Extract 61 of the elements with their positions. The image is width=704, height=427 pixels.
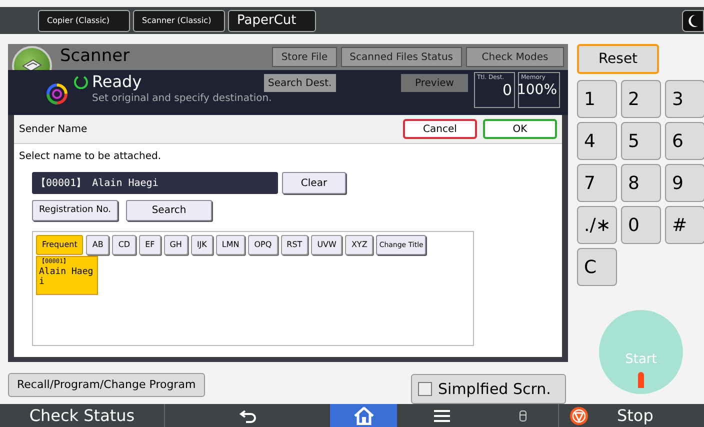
mode-tab[interactable]: Copier (Classic) bbox=[38, 10, 130, 32]
menu-icon bbox=[433, 408, 451, 422]
keypad-key[interactable]: 1 bbox=[577, 80, 617, 118]
index-tab[interactable]: OPQ bbox=[248, 235, 278, 255]
checkbox[interactable] bbox=[418, 382, 432, 396]
index-tab[interactable]: Frequent bbox=[36, 235, 84, 255]
home-icon bbox=[352, 406, 374, 424]
header-button[interactable]: Scanned Files Status bbox=[340, 47, 462, 67]
header-button[interactable]: Store File bbox=[272, 47, 337, 67]
index-tab[interactable]: RST bbox=[280, 235, 308, 255]
index-tab[interactable]: GH bbox=[164, 235, 188, 255]
screen-title: Scanner bbox=[60, 45, 130, 68]
keypad-key[interactable]: 4 bbox=[577, 122, 617, 160]
recall-program-button[interactable]: Recall/Program/Change Program bbox=[8, 373, 205, 397]
stop-button[interactable]: Stop bbox=[559, 404, 704, 427]
mode-tab[interactable]: Scanner (Classic) bbox=[133, 10, 225, 32]
index-tab[interactable]: IJK bbox=[190, 235, 213, 255]
back-icon bbox=[238, 408, 256, 422]
cancel-button[interactable]: Cancel bbox=[403, 119, 477, 139]
index-tab[interactable]: UVW bbox=[311, 235, 342, 255]
keypad-key[interactable]: 8 bbox=[621, 164, 661, 202]
clear-button[interactable]: Clear bbox=[282, 172, 346, 194]
index-tab[interactable]: CD bbox=[112, 235, 136, 255]
keypad-key[interactable]: 6 bbox=[665, 122, 704, 160]
index-tab[interactable]: EF bbox=[139, 235, 161, 255]
preview-button[interactable]: Preview bbox=[401, 74, 468, 92]
status-message: Set original and specify destination. bbox=[92, 92, 272, 106]
stop-icon bbox=[569, 406, 589, 426]
index-tab[interactable]: AB bbox=[86, 235, 110, 255]
home-button[interactable] bbox=[330, 404, 397, 427]
search-button[interactable]: Search bbox=[126, 200, 212, 221]
keypad-key[interactable]: 0 bbox=[621, 206, 661, 244]
keypad-key[interactable]: ./∗ bbox=[577, 206, 617, 244]
start-indicator bbox=[638, 372, 644, 388]
reset-button[interactable]: Reset bbox=[577, 44, 659, 74]
selected-name-field[interactable]: 【00001】 Alain Haegi bbox=[32, 172, 278, 194]
storage-icon bbox=[518, 410, 526, 422]
keypad-key[interactable]: # bbox=[665, 206, 704, 244]
header-button[interactable]: Check Modes bbox=[466, 47, 564, 67]
ready-ring-icon bbox=[74, 75, 88, 89]
index-tab[interactable]: XYZ bbox=[345, 235, 374, 255]
index-tab[interactable]: LMN bbox=[216, 235, 246, 255]
keypad-key[interactable]: 7 bbox=[577, 164, 617, 202]
status-text: Ready bbox=[92, 73, 142, 91]
dialog-title: Sender Name bbox=[19, 122, 88, 136]
keypad-key[interactable]: 2 bbox=[621, 80, 661, 118]
keypad-key[interactable]: C bbox=[577, 248, 617, 286]
keypad-key[interactable]: 5 bbox=[621, 122, 661, 160]
moon-icon[interactable] bbox=[682, 10, 704, 32]
simplified-screen-button[interactable]: Simplfied Scrn. bbox=[411, 374, 566, 404]
color-swirl-icon bbox=[46, 83, 68, 105]
check-status-button[interactable]: Check Status bbox=[0, 404, 165, 427]
mode-tab[interactable]: PaperCut bbox=[228, 10, 316, 32]
registration-button[interactable]: Registration No. bbox=[32, 200, 118, 221]
counter-value: 0 bbox=[502, 82, 512, 98]
keypad-key[interactable]: 3 bbox=[665, 80, 704, 118]
search-dest-button[interactable]: Search Dest. bbox=[264, 74, 336, 92]
memory-value: 100% bbox=[516, 82, 557, 98]
keypad-key[interactable]: 9 bbox=[665, 164, 704, 202]
instruction-text: Select name to be attached. bbox=[18, 150, 162, 164]
ok-button[interactable]: OK bbox=[483, 119, 557, 139]
